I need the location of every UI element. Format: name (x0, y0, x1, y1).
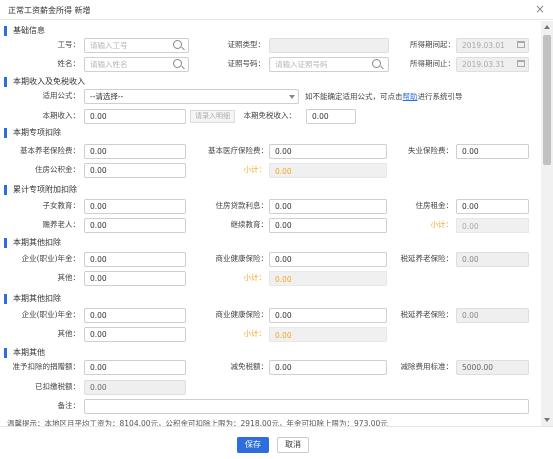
subtotal-value: 0.00 (269, 327, 387, 342)
health-insurance-input[interactable]: 0.00 (269, 308, 387, 323)
calendar-icon (517, 60, 525, 67)
remark-label: 备注： (57, 401, 81, 410)
section-basic-info: 基础信息 (4, 25, 124, 37)
other-input[interactable]: 0.00 (84, 271, 186, 286)
dialog-footer: 保存 取消 (0, 426, 553, 459)
subtotal-value: 0.00 (456, 218, 529, 233)
name-label: 姓名： (57, 59, 81, 68)
pension-input[interactable]: 0.00 (84, 144, 186, 159)
search-icon[interactable] (372, 59, 381, 68)
deferred-pension-label: 税延养老保险： (400, 254, 454, 263)
annuity-label: 企业(职业)年金： (21, 254, 80, 263)
section-other-deductions: 本期其他扣除 (4, 293, 124, 305)
dialog-title: 正常工资薪金所得 新增 (8, 6, 91, 15)
health-insurance-input[interactable]: 0.00 (269, 252, 387, 267)
health-insurance-label: 商业健康保险： (215, 310, 269, 319)
dialog-titlebar: 正常工资薪金所得 新增 × (0, 0, 553, 20)
housing-fund-label: 住房公积金： (35, 165, 80, 174)
scroll-up-icon[interactable] (544, 25, 550, 29)
formula-label: 适用公式： (42, 91, 81, 100)
tax-relief-label: 减免税额： (230, 362, 269, 371)
current-income-input[interactable]: 0.00 (84, 109, 186, 124)
annuity-input[interactable]: 0.00 (84, 308, 186, 323)
search-icon[interactable] (173, 59, 182, 68)
section-income: 本期收入及免税收入 (4, 76, 164, 88)
elderly-input[interactable]: 0.00 (84, 218, 186, 233)
deferred-pension-field: 0.00 (456, 308, 529, 323)
deduction-standard-label: 减除费用标准： (400, 362, 454, 371)
subtotal-label: 小计： (430, 220, 454, 229)
medical-input[interactable]: 0.00 (269, 144, 387, 159)
subtotal-value: 0.00 (269, 271, 387, 286)
deduction-standard-field: 5000.00 (456, 360, 529, 375)
formula-hint: 如不能确定适用公式，可点击帮助进行系统引导 (305, 92, 463, 101)
deferred-pension-label: 税延养老保险： (400, 310, 454, 319)
current-income-label: 本期收入： (42, 111, 81, 120)
help-link[interactable]: 帮助 (403, 92, 418, 101)
scroll-down-icon[interactable] (544, 418, 550, 422)
housing-rent-input[interactable]: 0.00 (456, 199, 529, 214)
hint-text: 温馨提示：本地区月平均工资为：8104.00元，公积金可扣除上限为：2918.0… (7, 419, 388, 426)
annuity-label: 企业(职业)年金： (21, 310, 80, 319)
subtotal-label: 小计： (243, 165, 267, 174)
save-button[interactable]: 保存 (237, 437, 269, 453)
form-content: 基础信息 工号： 请输入工号 证照类型： 所得期间起： 2019.03.01 姓… (0, 21, 540, 426)
deferred-pension-field: 0.00 (456, 252, 529, 267)
housing-rent-label: 住房租金： (415, 201, 454, 210)
section-other-deductions: 本期其他扣除 (4, 237, 124, 249)
formula-select[interactable]: --请选择-- (84, 89, 299, 104)
pension-label: 基本养老保险费： (20, 146, 80, 155)
remark-input[interactable] (84, 399, 529, 414)
housing-loan-input[interactable]: 0.00 (269, 199, 387, 214)
section-misc: 本期其他 (4, 347, 124, 359)
unemployment-label: 失业保险费： (408, 146, 453, 155)
other-label: 其他： (57, 273, 81, 282)
scrollbar-thumb[interactable] (543, 35, 551, 165)
donation-label: 准予扣除的捐赠额： (12, 362, 81, 371)
calendar-icon (517, 41, 525, 48)
exempt-income-label: 本期免税收入： (243, 111, 297, 120)
other-label: 其他： (57, 329, 81, 338)
health-insurance-label: 商业健康保险： (215, 254, 269, 263)
continuing-edu-input[interactable]: 0.00 (269, 218, 387, 233)
unemployment-input[interactable]: 0.00 (456, 144, 529, 159)
donation-input[interactable]: 0.00 (84, 360, 186, 375)
housing-fund-input[interactable]: 0.00 (84, 163, 186, 178)
subtotal-label: 小计： (243, 273, 267, 282)
children-edu-input[interactable]: 0.00 (84, 199, 186, 214)
enter-detail-button[interactable]: 请录入明细 (190, 110, 235, 123)
cancel-button[interactable]: 取消 (277, 437, 309, 453)
housing-loan-label: 住房贷款利息： (215, 201, 269, 210)
elderly-label: 赡养老人： (42, 220, 81, 229)
employee-no-label: 工号： (57, 40, 81, 49)
annuity-input[interactable]: 0.00 (84, 252, 186, 267)
exempt-income-input[interactable]: 0.00 (306, 109, 356, 124)
search-icon[interactable] (173, 40, 182, 49)
other-input[interactable]: 0.00 (84, 327, 186, 342)
section-special-deductions: 本期专项扣除 (4, 127, 124, 139)
withheld-tax-label: 已扣缴税额： (35, 382, 80, 391)
cert-no-input[interactable]: 请输入证照号码 (269, 57, 389, 72)
close-icon[interactable]: × (535, 3, 545, 15)
children-edu-label: 子女教育： (42, 201, 81, 210)
period-end-label: 所得期间止： (410, 59, 455, 68)
subtotal-label: 小计： (243, 329, 267, 338)
section-cumulative-deductions: 累计专项附加扣除 (4, 184, 144, 196)
subtotal-value: 0.00 (269, 163, 387, 178)
chevron-down-icon (289, 95, 295, 99)
cert-no-label: 证照号码： (227, 59, 266, 68)
cert-type-label: 证照类型： (227, 40, 266, 49)
continuing-edu-label: 继续教育： (230, 220, 269, 229)
cert-type-field (269, 38, 389, 53)
withheld-tax-field: 0.00 (84, 380, 186, 395)
vertical-scrollbar[interactable] (541, 21, 553, 426)
tax-relief-input[interactable]: 0.00 (269, 360, 387, 375)
medical-label: 基本医疗保险费： (208, 146, 268, 155)
period-start-label: 所得期间起： (410, 40, 455, 49)
